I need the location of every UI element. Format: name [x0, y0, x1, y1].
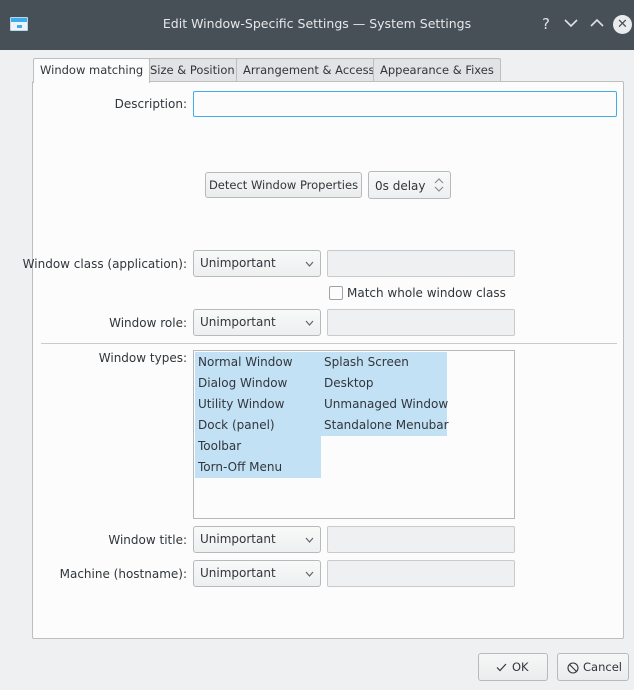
- close-button[interactable]: ✕: [613, 15, 632, 34]
- window-title-input[interactable]: [327, 526, 515, 553]
- ok-label: OK: [512, 660, 529, 674]
- list-item-toolbar[interactable]: Toolbar: [195, 436, 321, 457]
- cancel-button[interactable]: Cancel: [557, 653, 629, 681]
- ok-button[interactable]: OK: [478, 653, 548, 681]
- tab-arrangement-access[interactable]: Arrangement & Access: [236, 58, 382, 82]
- window-types-listbox[interactable]: Normal Window Dialog Window Utility Wind…: [193, 350, 515, 519]
- help-button[interactable]: [536, 12, 556, 36]
- machine-hostname-input[interactable]: [327, 560, 515, 587]
- delay-spinbox[interactable]: 0s delay: [368, 171, 451, 199]
- window-title-combo-value: Unimportant: [200, 532, 276, 546]
- checkmark-icon: [496, 663, 507, 672]
- minimize-button[interactable]: [561, 12, 581, 36]
- cancel-icon: [567, 662, 579, 674]
- match-whole-window-class-label: Match whole window class: [347, 286, 506, 300]
- list-item-torn-off-menu[interactable]: Torn-Off Menu: [195, 457, 321, 478]
- chevron-up-icon: [590, 18, 604, 27]
- detect-window-properties-button[interactable]: Detect Window Properties: [205, 172, 362, 198]
- window-title: Edit Window-Specific Settings — System S…: [162, 16, 472, 31]
- chevron-down-icon: [305, 320, 314, 326]
- tab-appearance-fixes[interactable]: Appearance & Fixes: [373, 58, 501, 82]
- tab-content-panel: Description: Detect Window Properties 0s…: [23, 81, 624, 639]
- app-window-icon[interactable]: [10, 17, 28, 31]
- list-item-utility-window[interactable]: Utility Window: [195, 394, 321, 415]
- machine-hostname-combo[interactable]: Unimportant: [193, 560, 321, 587]
- description-label: Description:: [114, 97, 187, 111]
- chevron-down-icon: [564, 19, 578, 28]
- window-role-label: Window role:: [109, 316, 187, 330]
- description-input[interactable]: [193, 91, 617, 117]
- list-item-standalone-menubar[interactable]: Standalone Menubar: [321, 415, 449, 436]
- window-title-label: Window title:: [108, 533, 187, 547]
- machine-hostname-label: Machine (hostname):: [59, 567, 187, 581]
- window-role-combo-value: Unimportant: [200, 315, 276, 329]
- window-class-label: Window class (application):: [22, 257, 187, 271]
- tab-size-position[interactable]: Size & Position: [143, 58, 242, 82]
- cancel-label: Cancel: [583, 660, 622, 674]
- machine-hostname-combo-value: Unimportant: [200, 566, 276, 580]
- window-class-combo-value: Unimportant: [200, 256, 276, 270]
- chevron-down-icon: [305, 261, 314, 267]
- list-item-splash-screen[interactable]: Splash Screen: [321, 352, 447, 373]
- window-class-input[interactable]: [327, 250, 515, 277]
- window-role-input[interactable]: [327, 309, 515, 336]
- chevron-down-icon: [305, 571, 314, 577]
- spin-arrows-icon: [434, 178, 444, 192]
- maximize-button[interactable]: [587, 12, 607, 36]
- list-item-normal-window[interactable]: Normal Window: [195, 352, 321, 373]
- list-item-desktop[interactable]: Desktop: [321, 373, 447, 394]
- window-class-combo[interactable]: Unimportant: [193, 250, 321, 277]
- title-bar: Edit Window-Specific Settings — System S…: [0, 0, 634, 50]
- window-types-label: Window types:: [98, 351, 187, 365]
- match-whole-window-class-checkbox[interactable]: [329, 286, 343, 300]
- list-item-dock-panel[interactable]: Dock (panel): [195, 415, 321, 436]
- window-title-combo[interactable]: Unimportant: [193, 526, 321, 553]
- close-icon: ✕: [617, 17, 628, 32]
- delay-value: 0s delay: [375, 179, 426, 193]
- chevron-down-icon: [305, 537, 314, 543]
- list-item-unmanaged-window[interactable]: Unmanaged Window: [321, 394, 448, 415]
- tab-window-matching[interactable]: Window matching: [33, 58, 151, 83]
- window-role-combo[interactable]: Unimportant: [193, 309, 321, 336]
- separator: [41, 343, 617, 344]
- list-item-dialog-window[interactable]: Dialog Window: [195, 373, 321, 394]
